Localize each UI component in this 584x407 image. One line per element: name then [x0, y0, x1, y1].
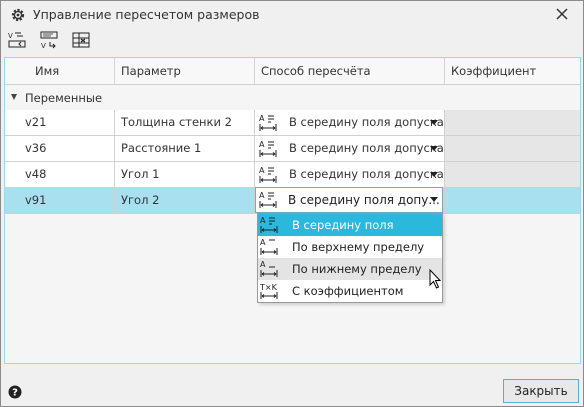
cell-coefficient — [445, 188, 580, 214]
tolerance-middle-icon: A — [259, 191, 277, 208]
tolerance-middle-icon: A — [259, 166, 277, 183]
table-settings-button[interactable] — [69, 29, 93, 51]
chevron-down-icon[interactable] — [430, 146, 438, 151]
group-row-variables[interactable]: Переменные — [5, 85, 580, 110]
chevron-down-icon[interactable] — [430, 172, 438, 177]
help-icon[interactable]: ? — [8, 385, 22, 399]
cell-parameter: Угол 2 — [115, 188, 255, 214]
cell-name: v36 — [5, 136, 115, 162]
method-value: В середину поля допуска — [289, 167, 444, 181]
cell-parameter: Угол 1 — [115, 162, 255, 188]
column-header-parameter[interactable]: Параметр — [115, 58, 255, 85]
table-row[interactable]: v36 Расстояние 1 A В середину поля допус… — [5, 136, 580, 162]
dropdown-option-lower[interactable]: A По нижнему пределу — [258, 258, 442, 280]
cell-name: v48 — [5, 162, 115, 188]
tolerance-lower-icon: A — [260, 260, 278, 277]
dropdown-option-label: По нижнему пределу — [292, 262, 422, 276]
column-header-method[interactable]: Способ пересчёта — [255, 58, 445, 85]
dropdown-option-upper[interactable]: A По верхнему пределу — [258, 236, 442, 258]
tolerance-middle-icon: A — [259, 140, 277, 157]
svg-text:T×K: T×K — [260, 283, 278, 292]
cell-name: v21 — [5, 110, 115, 136]
cell-parameter: Расстояние 1 — [115, 136, 255, 162]
tolerance-upper-icon: A — [260, 238, 278, 255]
table-row[interactable]: v21 Толщина стенки 2 A В середину поля д… — [5, 110, 580, 136]
method-combobox-active[interactable]: A В середину поля допу... — [255, 187, 443, 213]
chevron-down-icon[interactable] — [430, 197, 438, 202]
title-bar: Управление пересчетом размеров — [1, 1, 583, 29]
svg-text:A: A — [259, 140, 265, 149]
close-button[interactable]: Закрыть — [503, 379, 579, 403]
table-settings-icon — [72, 32, 90, 48]
method-value: В середину поля допуска — [289, 141, 444, 155]
toolbar: V V — [5, 29, 105, 53]
column-header-name[interactable]: Имя — [5, 58, 115, 85]
collapse-arrow-icon[interactable] — [11, 94, 17, 100]
svg-text:?: ? — [12, 388, 18, 399]
dropdown-option-middle[interactable]: A В середину поля допуска — [258, 214, 442, 246]
recalc-apply-icon: V — [40, 31, 58, 50]
chevron-down-icon[interactable] — [430, 120, 438, 125]
cell-method-combo[interactable]: A В середину поля допуска — [255, 110, 445, 136]
svg-text:A: A — [260, 260, 266, 269]
svg-text:A: A — [260, 238, 266, 247]
svg-text:A: A — [259, 166, 265, 175]
tolerance-middle-icon: A — [260, 216, 278, 233]
close-icon[interactable] — [553, 5, 571, 23]
cell-name: v91 — [5, 188, 115, 214]
dropdown-option-label: С коэффициентом — [292, 284, 404, 298]
recalc-variables-icon: V — [8, 32, 26, 48]
group-label: Переменные — [25, 91, 103, 105]
coefficient-icon: T×K — [260, 283, 278, 299]
svg-text:A: A — [259, 191, 265, 200]
svg-text:A: A — [259, 114, 265, 123]
gear-icon — [11, 8, 25, 22]
cell-method-combo[interactable]: A В середину поля допуска — [255, 162, 445, 188]
mouse-cursor-icon — [429, 269, 442, 289]
column-header-coefficient[interactable]: Коэффициент — [445, 58, 580, 85]
table-row[interactable]: v48 Угол 1 A В середину поля допуска — [5, 162, 580, 188]
dimension-recalc-dialog: Управление пересчетом размеров V V Имя П… — [0, 0, 584, 407]
dropdown-option-label: По верхнему пределу — [292, 240, 425, 254]
method-value: В середину поля допуска — [289, 115, 444, 129]
svg-text:A: A — [260, 216, 266, 225]
cell-parameter: Толщина стенки 2 — [115, 110, 255, 136]
cell-coefficient — [445, 162, 580, 188]
dropdown-option-coefficient[interactable]: T×K С коэффициентом — [258, 280, 442, 302]
table-header: Имя Параметр Способ пересчёта Коэффициен… — [5, 58, 580, 85]
cell-coefficient — [445, 136, 580, 162]
recalc-apply-button[interactable]: V — [37, 29, 61, 51]
cell-method-combo[interactable]: A В середину поля допуска — [255, 136, 445, 162]
recalc-variables-button[interactable]: V — [5, 29, 29, 51]
tolerance-middle-icon: A — [259, 114, 277, 131]
svg-text:V: V — [41, 42, 46, 50]
method-value: В середину поля допу... — [288, 193, 440, 207]
window-title: Управление пересчетом размеров — [33, 7, 260, 22]
svg-text:V: V — [8, 32, 13, 40]
method-dropdown-list: A В середину поля допуска A По верхнему … — [257, 213, 443, 303]
cell-coefficient — [445, 110, 580, 136]
